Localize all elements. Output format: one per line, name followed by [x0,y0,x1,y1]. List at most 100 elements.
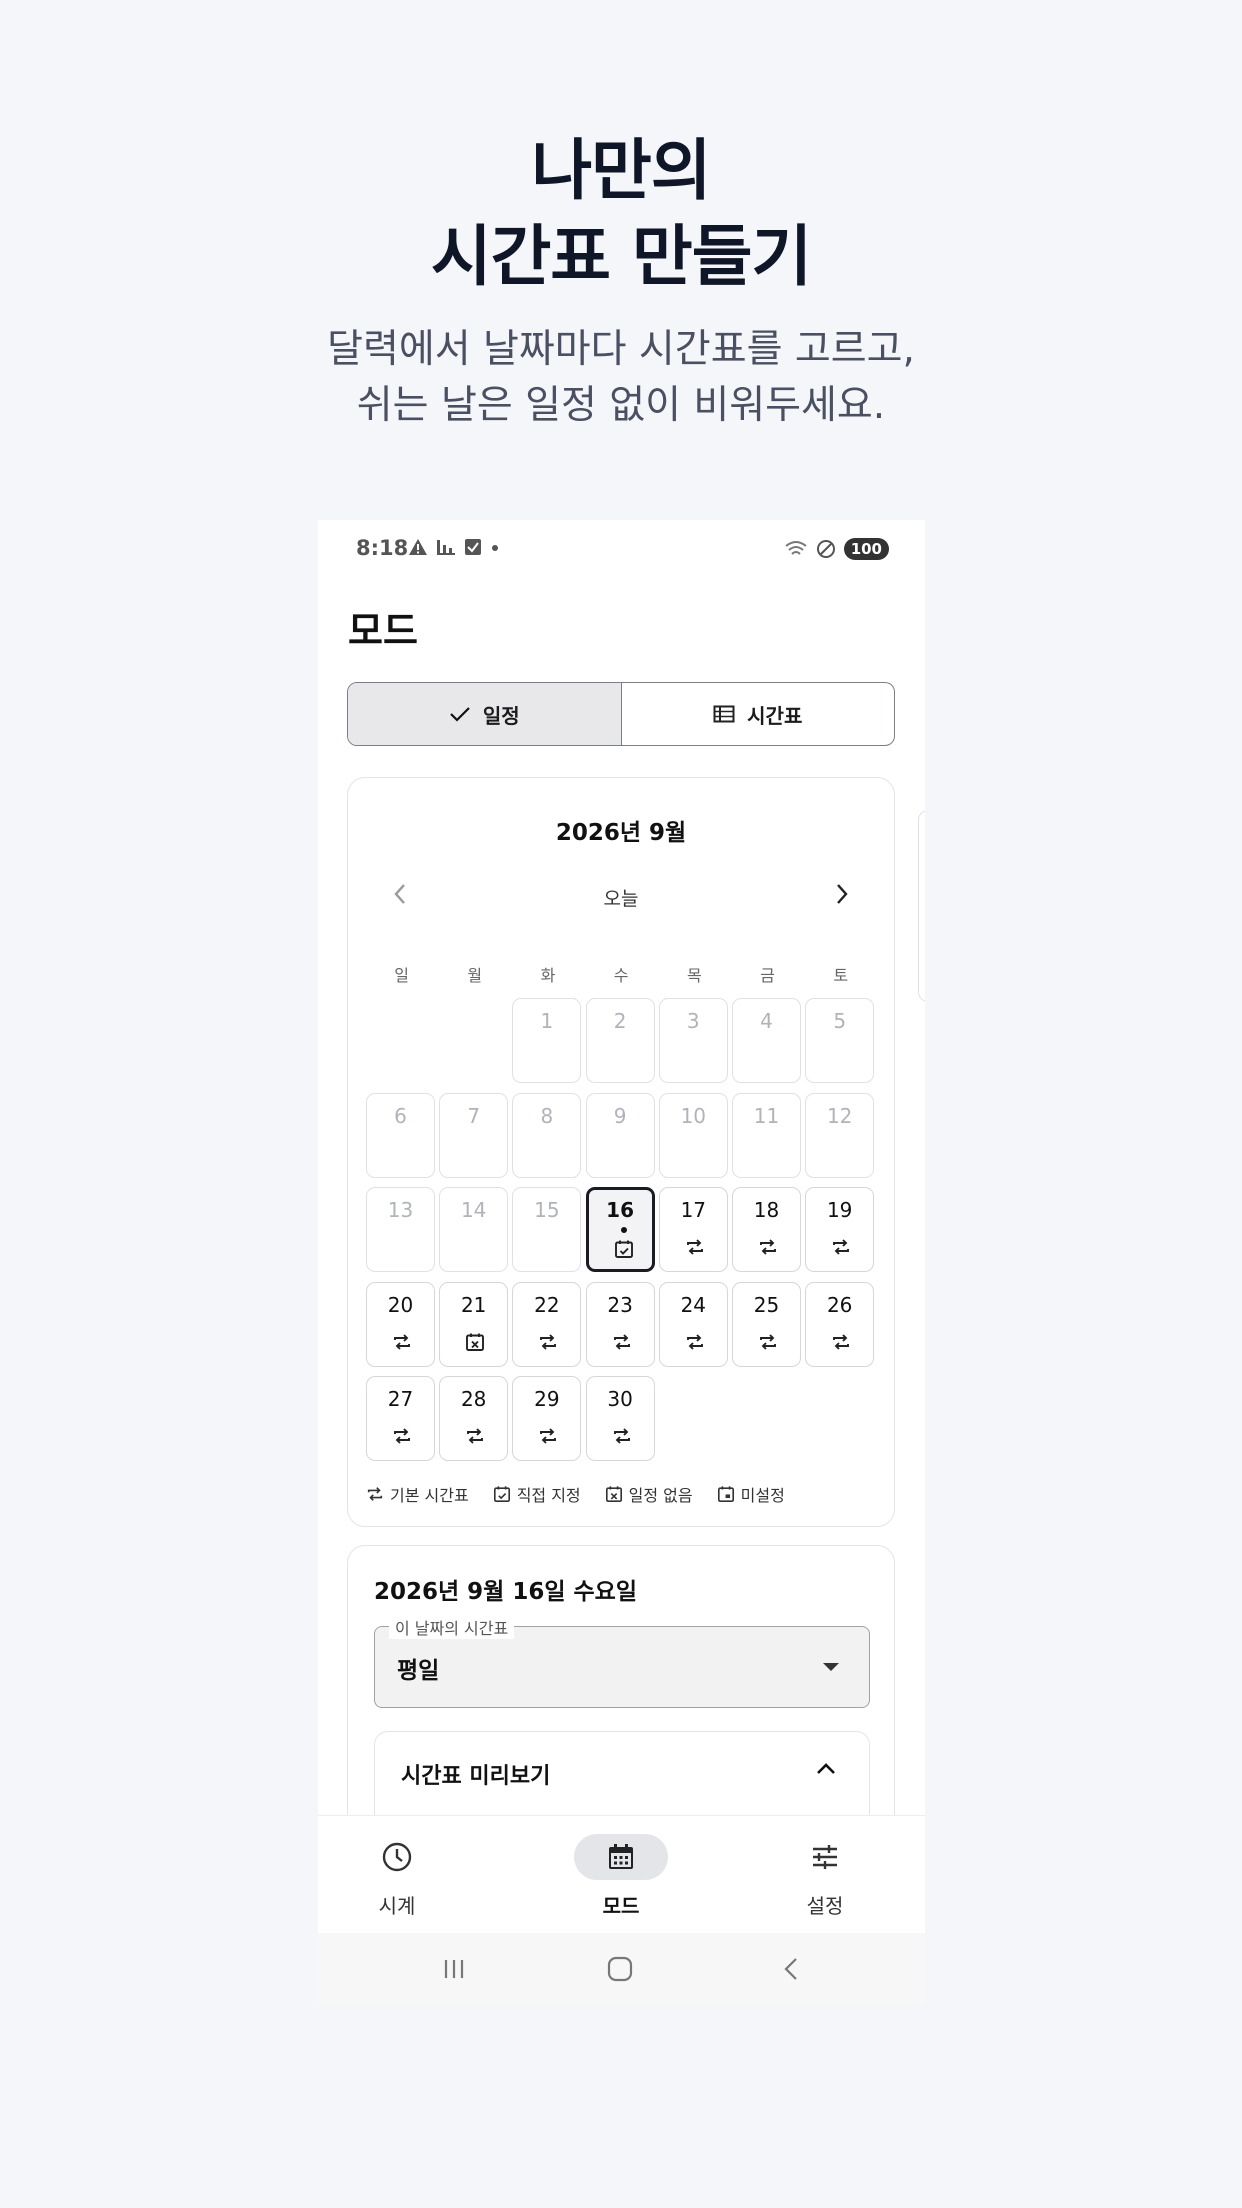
day-number: 17 [680,1198,707,1222]
calendar-blank-icon [717,1486,734,1503]
date-detail-card: 2026년 9월 16일 수요일 이 날짜의 시간표 평일 시간표 미리보기 [347,1545,895,1861]
phone-screen: 8:18 100 모드 일정 시간표 2026년 9월 오늘 일 월 화 수 목… [318,520,925,2005]
legend-unset: 미설정 [717,1482,785,1506]
repeat-icon [833,1333,850,1350]
calendar-day[interactable]: 7 [439,1092,509,1178]
calendar-day[interactable]: 26 [805,1281,875,1367]
calendar-day[interactable]: 15 [512,1187,582,1272]
nav-label-mode: 모드 [602,1894,640,1918]
day-number: 26 [826,1292,853,1317]
nav-label-clock: 시계 [378,1894,416,1918]
segment-timetable[interactable]: 시간표 [622,683,895,745]
repeat-icon [540,1428,557,1444]
nav-label-settings: 설정 [806,1894,844,1918]
calendar-day[interactable]: 28 [439,1376,509,1461]
repeat-icon [613,1428,630,1444]
recent-apps-icon[interactable] [440,1955,468,1983]
calendar-day[interactable]: 19 [805,1187,875,1272]
nav-tab-mode[interactable]: 모드 [551,1834,691,1919]
nav-tab-settings[interactable]: 설정 [755,1834,895,1919]
weekday-label: 수 [613,966,629,985]
day-number: 28 [460,1387,487,1411]
calendar-legend: 기본 시간표 직접 지정 일정 없음 미설정 [366,1482,785,1506]
calendar-day[interactable]: 17 [658,1187,728,1272]
day-number: 13 [387,1198,414,1222]
block-icon [816,540,835,558]
calendar-check-icon [614,1240,633,1258]
selected-date-title: 2026년 9월 16일 수요일 [374,1579,638,1605]
wifi-icon [785,541,807,555]
day-number: 11 [753,1103,780,1128]
repeat-icon [394,1333,410,1350]
calendar-day[interactable]: 27 [366,1376,435,1461]
day-number: 9 [613,1103,627,1128]
weekday-header: 일월화수목금토 [365,962,877,986]
calendar-day[interactable]: 3 [658,998,728,1083]
calendar-day[interactable]: 5 [805,998,875,1083]
calendar-month-title: 2026년 9월 [555,820,687,846]
day-number: 30 [607,1387,633,1411]
segment-schedule-label: 일정 [482,703,520,728]
calendar-day[interactable]: 4 [732,998,801,1083]
day-number: 1 [540,1009,554,1033]
calendar-day[interactable]: 16 [585,1187,655,1272]
timetable-select-label: 이 날짜의 시간표 [389,1615,515,1639]
repeat-icon [467,1428,484,1444]
calendar-day[interactable]: 13 [366,1187,435,1272]
repeat-icon [760,1239,776,1255]
calendar-day[interactable]: 8 [512,1092,582,1178]
calendar-card: 2026년 9월 오늘 일월화수목금토 1 2 3 4 5 6 7 8 9 10 11 12 13 14 1… [347,777,895,1527]
calendar-day[interactable]: 18 [732,1187,801,1272]
timetable-select[interactable]: 이 날짜의 시간표 평일 [374,1615,870,1708]
hero-subtitle: 달력에서 날짜마다 시간표를 고르고, 쉬는 날은 일정 없이 비워두세요. [327,327,915,428]
back-icon[interactable] [778,1955,806,1983]
clock-icon [382,1842,412,1872]
side-peek-card[interactable] [918,810,925,1002]
calendar-day[interactable]: 20 [366,1281,435,1367]
calendar-icon [609,1844,633,1869]
day-number: 5 [833,1009,847,1033]
repeat-icon [833,1239,850,1255]
calendar-day[interactable]: 14 [439,1187,509,1272]
preview-title: 시간표 미리보기 [401,1764,551,1789]
today-button[interactable]: 오늘 [348,884,894,911]
status-time: 8:18 [356,536,409,560]
calendar-day[interactable]: 2 [585,998,655,1083]
chart-icon [437,540,455,555]
day-number: 22 [534,1292,560,1317]
day-number: 12 [826,1103,853,1128]
repeat-icon [367,1487,383,1501]
calendar-day[interactable]: 25 [732,1281,801,1367]
nav-tab-clock[interactable]: 시계 [327,1834,467,1919]
calendar-day[interactable]: 23 [585,1281,655,1367]
calendar-day[interactable]: 21 [439,1281,509,1367]
hero-title: 나만의 시간표 만들기 [430,132,812,295]
calendar-day[interactable]: 30 [585,1376,655,1461]
calendar-day[interactable]: 6 [366,1092,435,1178]
calendar-day[interactable]: 10 [658,1092,728,1178]
calendar-day[interactable]: 9 [585,1092,655,1178]
calendar-day[interactable]: 1 [512,998,582,1083]
day-number: 25 [753,1292,780,1317]
system-nav-bar [318,1933,925,2005]
legend-default: 기본 시간표 [366,1482,469,1506]
today-dot [620,1227,627,1233]
chevron-right-icon[interactable] [834,882,850,906]
calendar-day[interactable]: 12 [805,1092,875,1178]
legend-custom: 직접 지정 [493,1482,581,1506]
chevron-up-icon[interactable] [815,1762,837,1776]
home-icon[interactable] [606,1955,634,1983]
status-icons-left [408,538,500,556]
segment-schedule[interactable]: 일정 [348,683,622,745]
day-number: 24 [680,1292,707,1317]
calendar-day[interactable]: 24 [658,1281,728,1367]
weekday-label: 토 [833,966,849,985]
timetable-select-value: 평일 [397,1658,440,1684]
calendar-check-icon [493,1486,510,1503]
calendar-day[interactable]: 22 [512,1281,582,1367]
calendar-day[interactable]: 11 [732,1092,801,1178]
calendar-day[interactable]: 29 [512,1376,582,1461]
day-number: 2 [613,1009,627,1033]
repeat-icon [686,1333,703,1350]
status-icons-right: 100 [784,538,889,560]
